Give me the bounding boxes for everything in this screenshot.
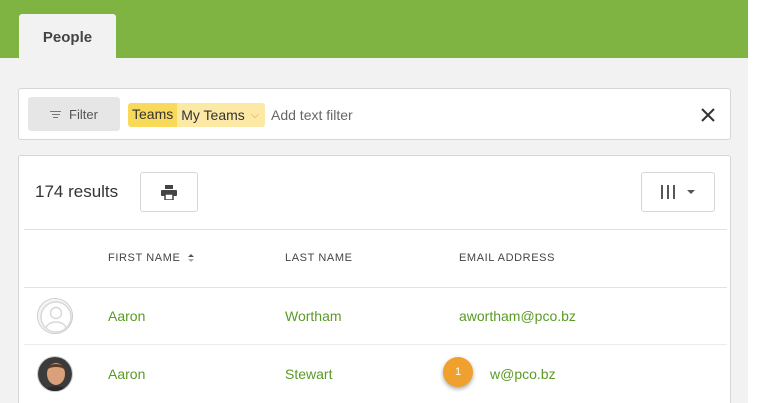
print-button[interactable] [140,172,198,212]
sort-icon [188,254,195,263]
chevron-down-icon: ⌵ [250,108,260,121]
text-filter-input[interactable] [271,102,691,128]
first-name-link[interactable]: Aaron [108,366,145,382]
results-count: 174 results [35,182,119,201]
last-name-link[interactable]: Wortham [285,308,342,324]
results-panel: 174 results FIRST NAME LAST NAME EMAIL A… [18,155,731,403]
column-header-label: FIRST NAME [108,252,181,264]
column-header-label: LAST NAME [285,252,353,264]
table-row[interactable]: Aaron Wortham awortham@pco.bz [19,287,730,345]
close-icon [701,108,715,122]
default-avatar-icon [38,299,72,333]
last-name-link[interactable]: Stewart [285,366,332,382]
table-row[interactable]: Aaron Stewart w@pco.bz [19,345,730,403]
clear-filters-button[interactable] [695,102,721,128]
chip-value[interactable]: My Teams ⌵ [177,103,266,127]
filter-icon [50,109,62,120]
column-header-email[interactable]: EMAIL ADDRESS [459,252,555,264]
user-photo-icon [38,357,72,391]
filter-button[interactable]: Filter [28,97,120,131]
teams-filter-chip[interactable]: Teams My Teams ⌵ [128,103,266,127]
column-picker-button[interactable] [641,172,715,212]
chip-key: Teams [128,103,178,127]
caret-down-icon [687,190,695,194]
columns-icon [661,185,675,199]
column-header-last-name[interactable]: LAST NAME [285,252,353,264]
divider [24,229,727,230]
email-link[interactable]: w@pco.bz [490,366,556,382]
avatar[interactable] [37,298,73,334]
printer-icon [161,184,177,200]
column-header-label: EMAIL ADDRESS [459,252,556,264]
first-name-link[interactable]: Aaron [108,308,145,324]
tab-people[interactable]: People [19,14,116,59]
filter-button-label: Filter [69,106,98,122]
filter-bar: Filter Teams My Teams ⌵ [18,88,731,140]
chip-value-label: My Teams [181,107,245,123]
avatar[interactable] [37,356,73,392]
email-link[interactable]: awortham@pco.bz [459,308,576,324]
tab-label: People [42,29,93,46]
column-header-first-name[interactable]: FIRST NAME [108,252,195,264]
step-marker-badge: 1 [443,357,473,387]
page-edge [748,0,772,403]
